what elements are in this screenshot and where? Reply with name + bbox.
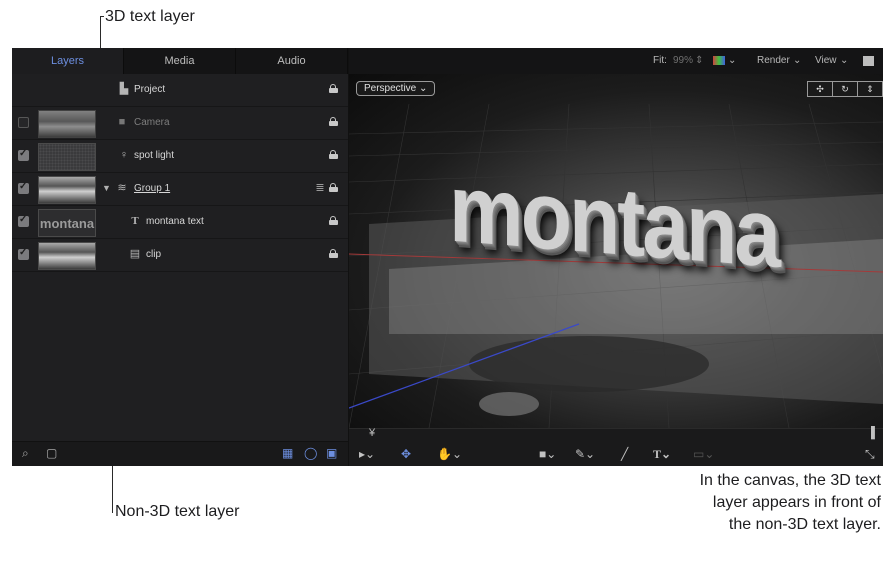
canvas-area: Fit: 99% ⇕ ⌄ Render ⌄ View ⌄ Perspective… [349,48,883,466]
visibility-checkbox[interactable] [18,214,29,227]
caption-line-2: layer appears in front of [712,494,881,511]
checkerboard-icon[interactable]: ▦ [282,446,293,460]
paint-tool-icon[interactable]: ╱ [621,447,628,461]
lock-icon[interactable] [329,117,338,126]
tab-media[interactable]: Media [124,48,236,74]
panel-tabs: Layers Media Audio [12,48,348,74]
fit-label: Fit: [653,55,667,66]
tab-audio[interactable]: Audio [236,48,348,74]
chevron-down-icon: ⌄ [793,55,802,66]
caption: In the canvas, the 3D text layer appears… [631,470,881,536]
canvas-toolbar: Fit: 99% ⇕ ⌄ Render ⌄ View ⌄ [349,48,883,74]
view-menu[interactable]: View [815,55,837,66]
mini-timeline[interactable]: ¥ ▌ [349,427,883,443]
camera-view-dropdown[interactable]: Perspective ⌄ [356,81,436,96]
fit-value-dropdown[interactable]: 99% [673,55,693,66]
search-icon[interactable]: ⌕ [22,446,29,461]
camera-icon: ■ [118,116,126,128]
callout-non-3d-text-layer: Non-3D text layer [115,503,240,520]
shape-tool-icon[interactable]: ■⌄ [539,447,556,461]
disclosure-triangle-icon[interactable]: ▼ [102,183,111,193]
motion-app-window: Layers Media Audio ▙ Project ■ Camera ✓ … [12,48,883,466]
group-3d-icon: ≣ [315,182,325,194]
layer-row-project[interactable]: ▙ Project [12,74,348,107]
canvas-viewer[interactable]: Perspective ⌄ ✣ ↻ ⇕ montana [349,74,883,428]
expand-icon[interactable]: ⤡ [865,447,875,462]
in-point-marker-icon[interactable]: ¥ [369,427,375,439]
layer-thumbnail [38,242,96,270]
hand-tool-icon[interactable]: ✋⌄ [437,447,462,461]
chevron-down-icon: ⌄ [728,55,737,66]
callout-line-top-tick [100,16,104,17]
layer-label-group-1: Group 1 [134,183,171,194]
caption-line-3: the non-3D text layer. [728,516,881,533]
layer-label-camera: Camera [134,117,170,128]
visibility-checkbox[interactable] [18,148,29,161]
camera-view-label: Perspective [364,83,417,94]
layer-list: ▙ Project ■ Camera ♀ spot light [12,74,348,272]
light-bulb-icon: ♀ [119,149,129,161]
layer-row-spot-light[interactable]: ♀ spot light [12,140,348,173]
pen-tool-icon[interactable]: ✎⌄ [575,447,595,461]
layer-thumbnail-text: montana [38,209,96,237]
caption-line-1: In the canvas, the 3D text [699,472,881,489]
layer-label-spot-light: spot light [134,150,175,161]
layer-label-clip: clip [146,249,162,260]
mask-icon[interactable]: ◯ [304,446,317,460]
chevron-down-icon: ⌄ [840,55,849,66]
film-icon: ▤ [129,248,141,260]
visibility-checkbox[interactable] [18,247,29,260]
lock-icon[interactable] [329,150,338,159]
lock-icon[interactable] [329,216,338,225]
mask-tool-icon[interactable]: ▭⌄ [693,447,714,461]
layer-label-montana-text: montana text [146,216,204,227]
visibility-checkbox[interactable] [18,117,29,128]
layers-panel: Layers Media Audio ▙ Project ■ Camera ✓ … [12,48,349,466]
layer-row-montana-text[interactable]: montana T montana text [12,206,348,239]
thumbnail-toggle-icon[interactable]: ▢ [46,446,57,460]
color-channels-icon[interactable] [713,56,725,65]
view-controls: ✣ ↻ ⇕ [807,81,883,97]
text-3d-icon: T [131,215,139,227]
callout-3d-text-layer: 3D text layer [105,8,195,25]
out-point-marker-icon[interactable]: ▌ [871,427,879,439]
group-icon: ≋ [117,182,127,194]
lock-icon[interactable] [329,84,338,93]
layer-thumbnail [38,176,96,204]
pan-view-icon[interactable]: ✣ [807,81,833,97]
layer-label-project: Project [134,84,166,95]
window-layout-icon[interactable] [863,56,874,66]
orbit-view-icon[interactable]: ↻ [832,81,858,97]
dolly-view-icon[interactable]: ⇕ [857,81,883,97]
layer-row-camera[interactable]: ■ Camera [12,107,348,140]
layer-thumbnail [38,143,96,171]
lock-icon[interactable] [329,249,338,258]
render-menu[interactable]: Render [757,55,790,66]
document-icon: ▙ [119,83,129,95]
3d-transform-tool-icon[interactable]: ✥ [401,447,411,461]
layers-bottom-bar: ⌕ ▢ ▦ ◯ ▣ [12,441,348,466]
chevron-updown-icon: ⇕ [695,55,704,66]
select-tool-icon[interactable]: ▸⌄ [359,447,375,461]
visibility-checkbox[interactable] [18,181,29,194]
text-tool-icon[interactable]: T⌄ [653,447,671,462]
layers-stack-icon[interactable]: ▣ [326,446,337,460]
canvas-tools-bar: ▸⌄ ✥ ✋⌄ ■⌄ ✎⌄ ╱ T⌄ ▭⌄ ⤡ [349,442,883,466]
tab-layers[interactable]: Layers [12,48,124,74]
layer-thumbnail [38,110,96,138]
layer-row-group-1[interactable]: ▼ ≋ Group 1 ≣ [12,173,348,206]
lock-icon[interactable] [329,183,338,192]
layer-row-clip[interactable]: ▤ clip [12,239,348,272]
